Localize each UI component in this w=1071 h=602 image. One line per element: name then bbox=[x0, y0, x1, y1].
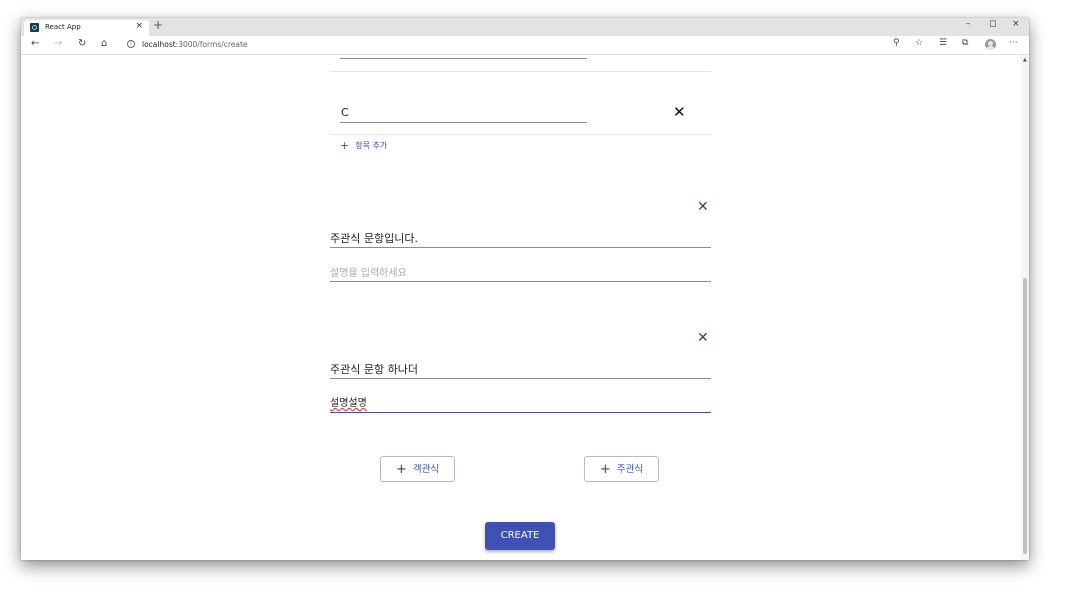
question-description-underline bbox=[330, 281, 711, 282]
scrollbar-thumb[interactable] bbox=[1023, 278, 1027, 554]
remove-question-icon[interactable]: ✕ bbox=[697, 199, 709, 215]
home-icon[interactable]: ⌂ bbox=[101, 38, 107, 49]
search-icon[interactable]: ⚲ bbox=[893, 38, 900, 48]
add-multiple-choice-label: 객관식 bbox=[412, 464, 440, 475]
react-favicon-icon bbox=[30, 23, 39, 32]
tab-strip: React App × + – ◻ × bbox=[21, 18, 1029, 37]
vertical-scrollbar[interactable]: ▲ bbox=[1021, 55, 1029, 560]
back-icon[interactable]: ← bbox=[31, 38, 39, 49]
plus-icon: + bbox=[340, 139, 350, 152]
window-close-icon[interactable]: × bbox=[1012, 19, 1020, 29]
question-title-input[interactable]: 주관식 문항 하나더 bbox=[330, 361, 418, 377]
option-input-underline bbox=[340, 58, 587, 59]
minimize-icon[interactable]: – bbox=[966, 19, 971, 29]
site-info-icon[interactable]: i bbox=[127, 40, 135, 48]
favorite-star-icon[interactable]: ☆ bbox=[915, 38, 923, 48]
url-field[interactable]: localhost:3000/forms/create bbox=[142, 40, 248, 49]
scroll-up-icon[interactable]: ▲ bbox=[1023, 57, 1027, 63]
option-input-underline bbox=[340, 122, 587, 123]
url-host: localhost bbox=[142, 40, 176, 49]
collections-icon[interactable]: ⧉ bbox=[962, 38, 968, 48]
refresh-icon[interactable]: ↻ bbox=[78, 38, 86, 49]
divider bbox=[330, 134, 711, 135]
add-short-answer-button[interactable]: + 주관식 bbox=[584, 456, 659, 482]
add-short-answer-label: 주관식 bbox=[616, 464, 644, 475]
url-path: :3000/forms/create bbox=[175, 40, 248, 49]
divider bbox=[330, 71, 711, 72]
remove-option-icon[interactable]: ✕ bbox=[673, 103, 686, 121]
plus-icon: + bbox=[395, 462, 407, 477]
question-title-underline bbox=[330, 378, 711, 379]
tab-close-icon[interactable]: × bbox=[135, 21, 143, 31]
plus-icon: + bbox=[599, 462, 611, 477]
question-description-input[interactable]: 설명을 입력하세요 bbox=[330, 264, 407, 279]
question-description-input[interactable]: 설명설명 bbox=[330, 394, 367, 409]
question-title-input[interactable]: 주관식 문항입니다. bbox=[330, 230, 418, 246]
favorites-bar-icon[interactable]: ☰ bbox=[939, 38, 947, 48]
profile-avatar-icon[interactable] bbox=[985, 39, 996, 50]
page-content: C ✕ + 항목 추가 ✕ 주관식 문항입니다. 설명을 입력하세요 ✕ 주관식 … bbox=[21, 55, 1029, 560]
question-title-underline bbox=[330, 247, 711, 248]
address-bar: ← → ↻ ⌂ i localhost:3000/forms/create ⚲ … bbox=[21, 36, 1029, 55]
new-tab-icon[interactable]: + bbox=[153, 18, 163, 32]
browser-window: React App × + – ◻ × ← → ↻ ⌂ i localhost:… bbox=[21, 18, 1029, 560]
remove-question-icon[interactable]: ✕ bbox=[697, 330, 709, 346]
more-menu-icon[interactable]: ··· bbox=[1009, 38, 1018, 48]
question-description-underline-focused bbox=[330, 412, 711, 413]
tab-title: React App bbox=[45, 23, 81, 31]
add-option-button[interactable]: + 항목 추가 bbox=[340, 139, 387, 152]
maximize-icon[interactable]: ◻ bbox=[989, 19, 996, 29]
option-input[interactable]: C bbox=[341, 106, 349, 119]
browser-tab[interactable]: React App × bbox=[24, 20, 149, 36]
add-option-label: 항목 추가 bbox=[355, 141, 388, 150]
forward-icon[interactable]: → bbox=[54, 38, 62, 49]
add-multiple-choice-button[interactable]: + 객관식 bbox=[380, 456, 455, 482]
create-button[interactable]: CREATE bbox=[485, 522, 555, 550]
